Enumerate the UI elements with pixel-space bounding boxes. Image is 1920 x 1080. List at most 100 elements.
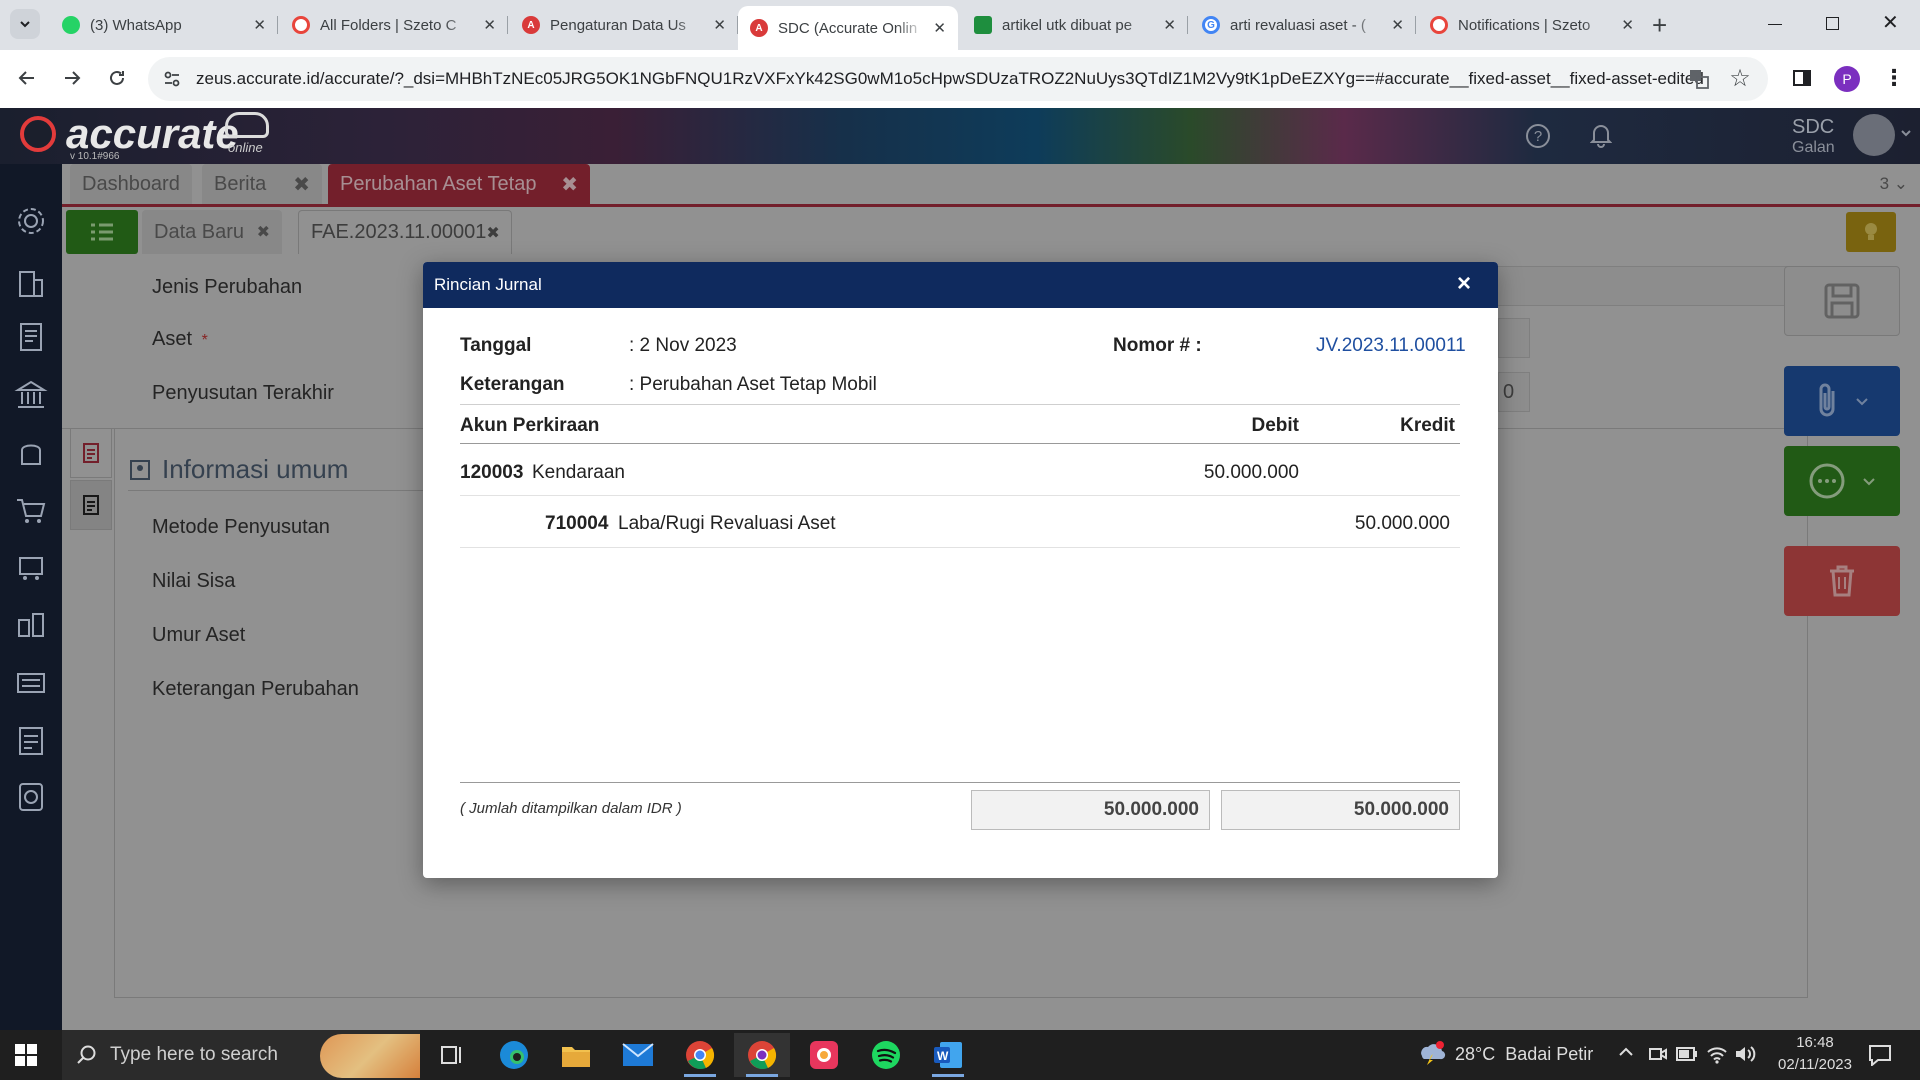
wifi-icon[interactable]: [1706, 1044, 1728, 1064]
taskbar-chrome[interactable]: [672, 1033, 728, 1077]
clock-date[interactable]: 02/11/2023: [1766, 1056, 1864, 1073]
account-code: 710004: [545, 513, 609, 534]
meet-now-icon[interactable]: [1648, 1044, 1668, 1064]
table-row: 120003 Kendaraan 50.000.000: [460, 444, 1460, 496]
task-view-icon: [441, 1046, 461, 1064]
translate-icon[interactable]: [1685, 65, 1713, 93]
close-tab-icon[interactable]: ✕: [1621, 16, 1634, 34]
taskbar-chrome-profile[interactable]: [734, 1033, 790, 1077]
bank-icon[interactable]: [14, 378, 48, 412]
ledger-book-icon[interactable]: [14, 320, 48, 354]
site-settings-icon[interactable]: [158, 65, 186, 93]
browser-tab-sdc[interactable]: A SDC (Accurate Onlin ✕: [738, 6, 958, 50]
browser-tab-whatsapp[interactable]: (3) WhatsApp ✕: [50, 8, 278, 42]
clock-time[interactable]: 16:48: [1789, 1034, 1841, 1051]
bookmark-star-icon[interactable]: ☆: [1726, 64, 1754, 92]
footer-line: [460, 782, 1460, 783]
keterangan-value: : Perubahan Aset Tetap Mobil: [629, 374, 877, 395]
browser-menu-icon[interactable]: ⋮: [1880, 64, 1908, 92]
minimize-button[interactable]: [1768, 24, 1782, 25]
taskbar-photo-app[interactable]: [796, 1033, 852, 1077]
chrome-icon: [748, 1041, 777, 1070]
whatsapp-icon: [62, 16, 80, 34]
inventory-icon[interactable]: [14, 608, 48, 642]
taskbar-file-explorer[interactable]: [548, 1033, 604, 1077]
browser-tab-artikel[interactable]: artikel utk dibuat pe ✕: [962, 8, 1188, 42]
restore-button[interactable]: [1826, 17, 1839, 30]
browser-tab-strip: (3) WhatsApp ✕ All Folders | Szeto C ✕ A…: [0, 0, 1920, 50]
start-button[interactable]: [14, 1043, 38, 1067]
google-icon: G: [1202, 16, 1220, 34]
tray-chevron-up-icon[interactable]: [1618, 1046, 1634, 1058]
accurate-icon: A: [750, 19, 768, 37]
chevron-down-icon: [20, 21, 30, 28]
side-panel-icon[interactable]: [1788, 64, 1816, 92]
receivable-bag-icon[interactable]: [14, 436, 48, 470]
close-tab-icon[interactable]: ✕: [933, 19, 946, 37]
company-building-icon[interactable]: [14, 266, 48, 300]
close-icon: ×: [1457, 270, 1472, 297]
keterangan-label: Keterangan: [460, 374, 565, 395]
settings-gear-icon[interactable]: [14, 204, 48, 238]
volume-icon[interactable]: [1734, 1044, 1756, 1064]
back-icon[interactable]: [13, 64, 41, 92]
currency-note: ( Jumlah ditampilkan dalam IDR ): [460, 800, 682, 817]
help-icon[interactable]: ?: [1526, 124, 1550, 148]
taskbar-spotify[interactable]: [858, 1033, 914, 1077]
browser-tab-title: All Folders | Szeto C: [320, 16, 457, 34]
modal-close-button[interactable]: ×: [1457, 270, 1471, 298]
browser-tab-title: (3) WhatsApp: [90, 16, 182, 34]
close-tab-icon[interactable]: ✕: [483, 16, 496, 34]
total-debit-field: 50.000.000: [971, 790, 1210, 830]
browser-tab-title: artikel utk dibuat pe: [1002, 16, 1133, 34]
tab-search-button[interactable]: [10, 9, 40, 39]
close-tab-icon[interactable]: ✕: [1391, 16, 1404, 34]
column-header-debit: Debit: [1251, 415, 1300, 436]
browser-tab-title: arti revaluasi aset - (: [1230, 16, 1366, 34]
task-view-button[interactable]: [424, 1033, 480, 1077]
new-tab-button[interactable]: +: [1652, 10, 1667, 41]
edge-icon: [500, 1041, 528, 1069]
browser-tab-title: SDC (Accurate Onlin: [778, 19, 918, 37]
shopping-cart-icon[interactable]: [14, 494, 48, 528]
notification-bell-icon[interactable]: [1590, 122, 1612, 148]
nomor-label: Nomor # :: [1113, 335, 1202, 356]
szeto-icon: [1430, 16, 1448, 34]
close-window-button[interactable]: ✕: [1882, 10, 1899, 35]
close-tab-icon[interactable]: ✕: [1163, 16, 1176, 34]
url-text: zeus.accurate.id/accurate/?_dsi=MHBhTzNE…: [196, 69, 1704, 88]
close-tab-icon[interactable]: ✕: [713, 16, 726, 34]
table-row: 710004 Laba/Rugi Revaluasi Aset 50.000.0…: [460, 496, 1460, 548]
close-tab-icon[interactable]: ✕: [253, 16, 266, 34]
journal-number-link[interactable]: JV.2023.11.00011: [1316, 335, 1466, 357]
battery-icon[interactable]: [1676, 1047, 1698, 1061]
forward-icon[interactable]: [58, 64, 86, 92]
column-header-credit: Kredit: [1400, 415, 1455, 436]
taskbar-mail[interactable]: [610, 1033, 666, 1077]
tax-icon[interactable]: [14, 724, 48, 758]
mail-icon: [622, 1043, 654, 1066]
reports-icon[interactable]: [14, 780, 48, 814]
account-code: 120003: [460, 462, 524, 483]
logo-cloud-icon: [225, 112, 269, 138]
modal-title: Rincian Jurnal: [434, 275, 542, 294]
browser-tab-all-folders[interactable]: All Folders | Szeto C ✕: [280, 8, 508, 42]
reload-icon[interactable]: [103, 64, 131, 92]
fixed-asset-icon[interactable]: [14, 666, 48, 700]
notification-center-icon[interactable]: [1868, 1044, 1892, 1066]
folder-icon: [562, 1047, 590, 1067]
browser-tab-google[interactable]: G arti revaluasi aset - ( ✕: [1190, 8, 1416, 42]
sales-cart-icon[interactable]: [14, 550, 48, 584]
address-bar[interactable]: zeus.accurate.id/accurate/?_dsi=MHBhTzNE…: [148, 57, 1768, 101]
user-menu-chevron-icon[interactable]: [1900, 128, 1912, 138]
browser-tab-pengaturan[interactable]: A Pengaturan Data Us ✕: [510, 8, 738, 42]
weather-text[interactable]: 28°C Badai Petir: [1455, 1044, 1593, 1065]
taskbar-edge[interactable]: [486, 1033, 542, 1077]
user-avatar[interactable]: [1853, 114, 1895, 156]
profile-avatar[interactable]: P: [1834, 66, 1860, 92]
browser-tab-title: Pengaturan Data Us: [550, 16, 686, 34]
browser-tab-title: Notifications | Szeto: [1458, 16, 1591, 34]
browser-tab-notifications[interactable]: Notifications | Szeto ✕: [1418, 8, 1646, 42]
taskbar-word[interactable]: W: [920, 1033, 976, 1077]
header-top-line: [460, 404, 1460, 405]
